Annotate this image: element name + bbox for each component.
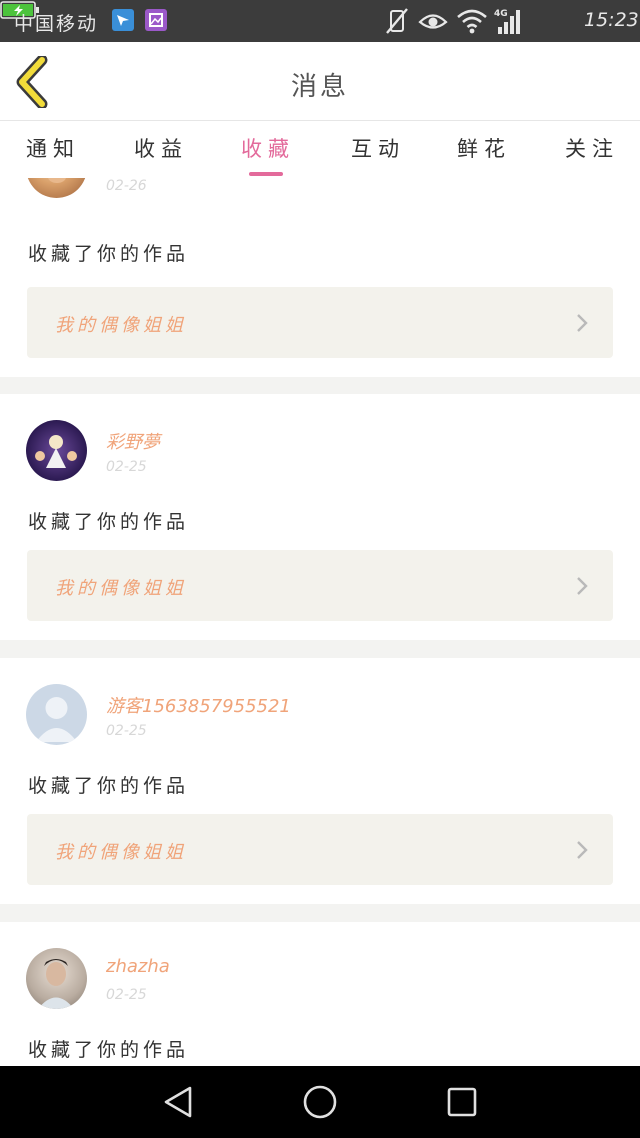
username[interactable]: zhazha — [106, 956, 170, 977]
work-card[interactable]: 我的偶像姐姐 — [27, 287, 613, 358]
status-bar: 中国移动 4G 15:23 — [0, 0, 640, 42]
action-text: 收藏了你的作品 — [28, 511, 190, 533]
chevron-right-icon — [577, 314, 588, 332]
navigation-app-icon — [112, 9, 134, 31]
recent-apps-icon[interactable] — [444, 1084, 480, 1120]
date: 02-26 — [106, 178, 147, 194]
eye-comfort-icon — [418, 14, 448, 29]
work-title: 我的偶像姐姐 — [55, 842, 187, 863]
action-text: 收藏了你的作品 — [28, 775, 190, 797]
chevron-right-icon — [577, 841, 588, 859]
signal-4g-icon: 4G — [494, 9, 520, 34]
gallery-app-icon — [145, 9, 167, 31]
chevron-right-icon — [577, 577, 588, 595]
list-item: 彩野夢 02-25 收藏了你的作品 我的偶像姐姐 — [0, 394, 640, 640]
date: 02-25 — [106, 723, 147, 739]
wifi-icon — [457, 9, 487, 34]
work-title: 我的偶像姐姐 — [55, 315, 187, 336]
action-text: 收藏了你的作品 — [28, 243, 190, 265]
list-item: zhazha 02-25 收藏了你的作品 — [0, 922, 640, 1066]
avatar[interactable] — [26, 948, 87, 1009]
avatar[interactable] — [26, 684, 87, 745]
status-time: 15:23 — [584, 9, 639, 31]
avatar[interactable] — [26, 420, 87, 481]
carrier-name: 中国移动 — [14, 13, 99, 35]
list-item: 02-26 收藏了你的作品 我的偶像姐姐 — [0, 178, 640, 377]
action-text: 收藏了你的作品 — [28, 1039, 190, 1061]
work-title: 我的偶像姐姐 — [55, 578, 187, 599]
tab-flowers[interactable]: 鲜花 — [457, 133, 511, 163]
tab-earnings[interactable]: 收益 — [134, 133, 188, 163]
tab-bar: 通知 收益 收藏 互动 鲜花 关注 — [0, 120, 640, 178]
username[interactable]: 彩野夢 — [106, 428, 160, 454]
network-label: 4G — [494, 9, 508, 19]
active-tab-indicator — [249, 172, 283, 176]
system-nav-bar — [0, 1066, 640, 1138]
vibrate-mute-icon — [386, 8, 408, 34]
work-card[interactable]: 我的偶像姐姐 — [27, 814, 613, 885]
list-item: 游客15638579555​21 02-25 收藏了你的作品 我的偶像姐姐 — [0, 658, 640, 904]
date: 02-25 — [106, 459, 147, 475]
date: 02-25 — [106, 987, 147, 1003]
work-card[interactable]: 我的偶像姐姐 — [27, 550, 613, 621]
page-title: 消息 — [290, 72, 349, 102]
back-triangle-icon[interactable] — [160, 1084, 196, 1120]
tab-interactions[interactable]: 互动 — [351, 133, 405, 163]
username[interactable]: 游客15638579555​21 — [106, 692, 291, 718]
header: 消息 — [0, 42, 640, 120]
tab-following[interactable]: 关注 — [565, 133, 619, 163]
tab-favorites[interactable]: 收藏 — [241, 133, 295, 163]
favorites-feed[interactable]: 02-26 收藏了你的作品 我的偶像姐姐 彩野夢 02-25 收藏了你的作品 我… — [0, 178, 640, 1066]
avatar[interactable] — [26, 178, 87, 198]
tab-notifications[interactable]: 通知 — [26, 133, 80, 163]
home-circle-icon[interactable] — [302, 1084, 338, 1120]
